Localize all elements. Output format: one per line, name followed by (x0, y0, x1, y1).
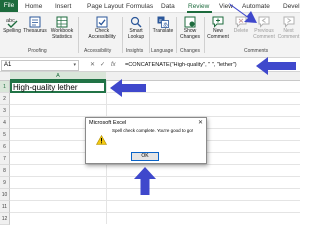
name-box[interactable]: A1 ▾ (1, 60, 79, 71)
workbook-statistics-button[interactable]: Workbook Statistics (48, 16, 76, 40)
row-header[interactable]: 5 (0, 129, 10, 141)
check-accessibility-button[interactable]: Check Accessibility (82, 16, 122, 40)
annotation-arrow-icon (229, 3, 257, 23)
insights-group-label: Insights (126, 48, 144, 54)
changes-group-label: Changes (180, 48, 201, 54)
cancel-icon[interactable]: ✕ (90, 60, 95, 71)
dialog-title: Microsoft Excel (89, 120, 127, 126)
row-header[interactable]: 3 (0, 105, 10, 117)
cell-a1[interactable]: High-quality lether (10, 81, 106, 93)
column-header-a[interactable]: A (10, 72, 106, 81)
ribbon-separator (149, 17, 150, 53)
row-header[interactable]: 11 (0, 201, 10, 213)
formula-input[interactable]: =CONCATENATE("High-quality", " ", "lethe… (125, 60, 237, 71)
row-header[interactable]: 8 (0, 165, 10, 177)
row-header[interactable]: 1 (0, 81, 10, 93)
tab-developer[interactable]: Devel (283, 1, 300, 12)
accessibility-group-label: Accessibility (84, 48, 112, 54)
accessibility-icon (96, 16, 108, 28)
next-comment-button[interactable]: Next Comment (277, 16, 300, 40)
row-header[interactable]: 7 (0, 153, 10, 165)
enter-icon[interactable]: ✓ (100, 60, 105, 71)
new-comment-icon (212, 16, 224, 28)
row-header[interactable]: 10 (0, 189, 10, 201)
grid-line (10, 104, 300, 105)
translate-icon: a あ (157, 16, 169, 28)
smart-lookup-button[interactable]: Smart Lookup (124, 16, 148, 40)
show-changes-icon (184, 16, 196, 28)
language-group-label: Language (151, 48, 174, 54)
close-icon[interactable]: ✕ (198, 119, 203, 126)
grid-line (10, 164, 300, 165)
tab-formulas[interactable]: Formulas (126, 1, 153, 12)
translate-button[interactable]: a あ Translate (151, 16, 175, 35)
tab-home[interactable]: Home (25, 1, 42, 12)
spelling-icon: abc (6, 18, 18, 28)
ribbon-separator (78, 17, 79, 53)
grid-line (10, 212, 300, 213)
thesaurus-button[interactable]: Thesaurus (23, 16, 47, 35)
row-header[interactable]: 9 (0, 177, 10, 189)
workbook-statistics-icon (56, 16, 68, 28)
warning-icon (96, 135, 107, 145)
spell-check-dialog: Microsoft Excel ✕ Spell check complete. … (85, 117, 207, 164)
annotation-arrow-icon (256, 57, 296, 75)
tab-file[interactable]: File (0, 0, 18, 12)
ribbon-separator (122, 17, 123, 53)
spelling-button[interactable]: abc Spelling (3, 16, 21, 35)
tab-data[interactable]: Data (161, 1, 175, 12)
row-header[interactable]: 2 (0, 93, 10, 105)
row-header[interactable]: 12 (0, 213, 10, 225)
row-header[interactable]: 6 (0, 141, 10, 153)
annotation-arrow-icon (110, 79, 146, 97)
next-comment-icon (283, 16, 294, 28)
dialog-message: Spell check complete. You're good to go! (112, 128, 194, 133)
thesaurus-icon (29, 16, 41, 28)
chevron-down-icon: ▾ (73, 62, 76, 68)
show-changes-button[interactable]: Show Changes (178, 16, 202, 40)
ok-button[interactable]: OK (131, 152, 159, 161)
ribbon-separator (204, 17, 205, 53)
ribbon-separator (176, 17, 177, 53)
row-header[interactable]: 4 (0, 117, 10, 129)
comments-group-label: Comments (244, 48, 269, 54)
tab-insert[interactable]: Insert (55, 1, 71, 12)
insert-function-icon[interactable]: fx (111, 60, 116, 71)
smart-lookup-icon (130, 16, 142, 28)
grid-line (10, 200, 300, 201)
tab-page-layout[interactable]: Page Layout (87, 1, 124, 12)
annotation-arrow-icon (134, 167, 156, 195)
proofing-group-label: Proofing (28, 48, 47, 54)
svg-text:abc: abc (6, 18, 15, 24)
